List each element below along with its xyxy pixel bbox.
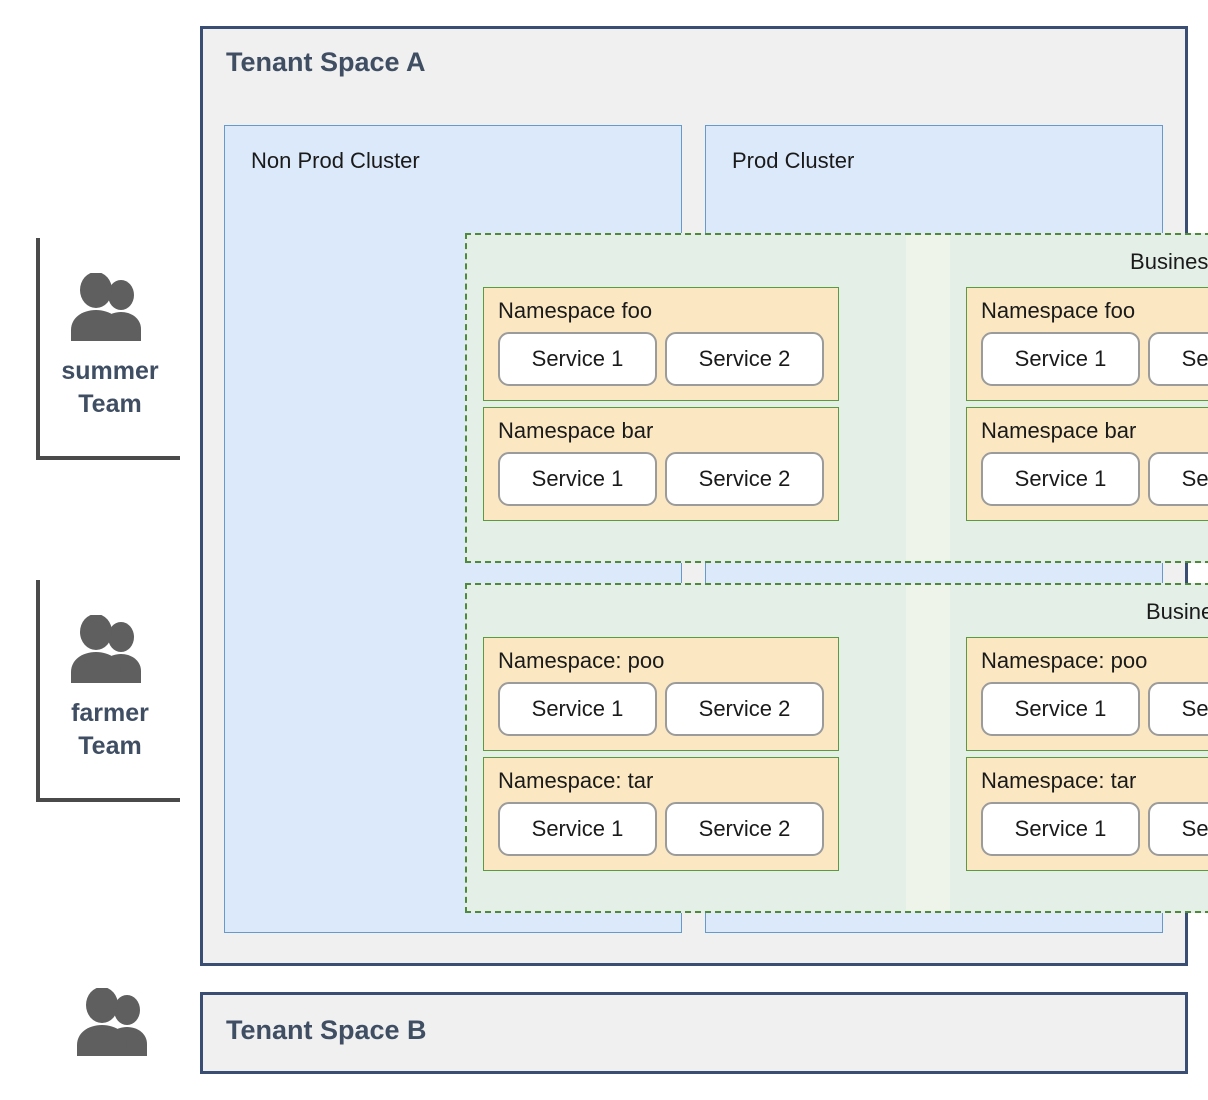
namespace-card[interactable]: Namespace foo Service 1 Service 2 [483,287,839,401]
band-gap [906,585,950,911]
service-box[interactable]: Service 1 [498,802,657,856]
team-suffix: Team [78,732,142,760]
namespace-card[interactable]: Namespace: poo Service 1 Service 2 [483,637,839,751]
namespace-column-nonprod: Namespace: poo Service 1 Service 2 Names… [483,637,839,877]
service-row: Service 1 Service 2 [981,682,1208,736]
service-row: Service 1 Service 2 [981,452,1208,506]
service-row: Service 1 Service 2 [498,452,824,506]
cluster-title: Non Prod Cluster [251,148,420,173]
tenant-space-b: Tenant Space B [200,992,1188,1074]
cluster-title: Prod Cluster [732,148,855,173]
band-gap [906,235,950,561]
namespace-column-prod: Namespace foo Service 1 Service 2 Namesp… [966,287,1208,527]
team-name: farmer [71,699,149,727]
namespace-column-prod: Namespace: poo Service 1 Service 2 Names… [966,637,1208,877]
service-box[interactable]: Service 2 [1148,332,1208,386]
namespace-card[interactable]: Namespace: poo Service 1 Service 2 [966,637,1208,751]
tenant-space-a: Tenant Space A Non Prod Cluster Prod Clu… [200,26,1208,966]
namespace-title: Namespace: poo [981,648,1148,673]
namespace-card[interactable]: Namespace: tar Service 1 Service 2 [966,757,1208,871]
namespace-card[interactable]: Namespace bar Service 1 Service 2 [483,407,839,521]
service-box[interactable]: Service 1 [981,452,1140,506]
service-row: Service 1 Service 2 [498,682,824,736]
namespace-title: Namespace foo [498,298,653,323]
namespace-title: Namespace bar [981,418,1137,443]
business-label: Business: farmer [1145,599,1208,624]
namespace-title: Namespace: tar [981,768,1137,793]
namespace-title: Namespace: poo [498,648,665,673]
namespace-card[interactable]: Namespace foo Service 1 Service 2 [966,287,1208,401]
namespace-title: Namespace foo [981,298,1136,323]
namespace-card[interactable]: Namespace bar Service 1 Service 2 [966,407,1208,521]
namespace-column-nonprod: Namespace foo Service 1 Service 2 Namesp… [483,287,839,527]
service-row: Service 1 Service 2 [498,802,824,856]
users-icon [69,273,151,347]
team-suffix: Team [78,390,142,418]
namespace-card[interactable]: Namespace: tar Service 1 Service 2 [483,757,839,871]
service-box[interactable]: Service 1 [498,332,657,386]
namespace-title: Namespace bar [498,418,654,443]
business-band-summer: Business: summer Namespace foo Service 1… [465,233,1208,563]
users-icon [75,987,157,1067]
service-box[interactable]: Service 1 [498,682,657,736]
service-row: Service 1 Service 2 [981,802,1208,856]
team-group-summer: summer Team [36,238,180,460]
team-name: summer [61,357,159,385]
business-label: Business: summer [1130,249,1208,274]
service-box[interactable]: Service 2 [1148,682,1208,736]
service-row: Service 1 Service 2 [498,332,824,386]
service-box[interactable]: Service 2 [665,802,824,856]
page-title: Tenant Space B [226,1015,427,1045]
service-box[interactable]: Service 2 [665,452,824,506]
service-row: Service 1 Service 2 [981,332,1208,386]
service-box[interactable]: Service 1 [498,452,657,506]
service-box[interactable]: Service 1 [981,802,1140,856]
service-box[interactable]: Service 2 [665,682,824,736]
service-box[interactable]: Service 2 [665,332,824,386]
users-icon [69,615,151,689]
page-title: Tenant Space A [226,47,426,77]
service-box[interactable]: Service 1 [981,682,1140,736]
business-band-farmer: Business: farmer Namespace: poo Service … [465,583,1208,913]
namespace-title: Namespace: tar [498,768,654,793]
team-group-farmer: farmer Team [36,580,180,802]
service-box[interactable]: Service 2 [1148,452,1208,506]
service-box[interactable]: Service 2 [1148,802,1208,856]
team-rail: summer Team farmer Team [0,0,200,1100]
service-box[interactable]: Service 1 [981,332,1140,386]
